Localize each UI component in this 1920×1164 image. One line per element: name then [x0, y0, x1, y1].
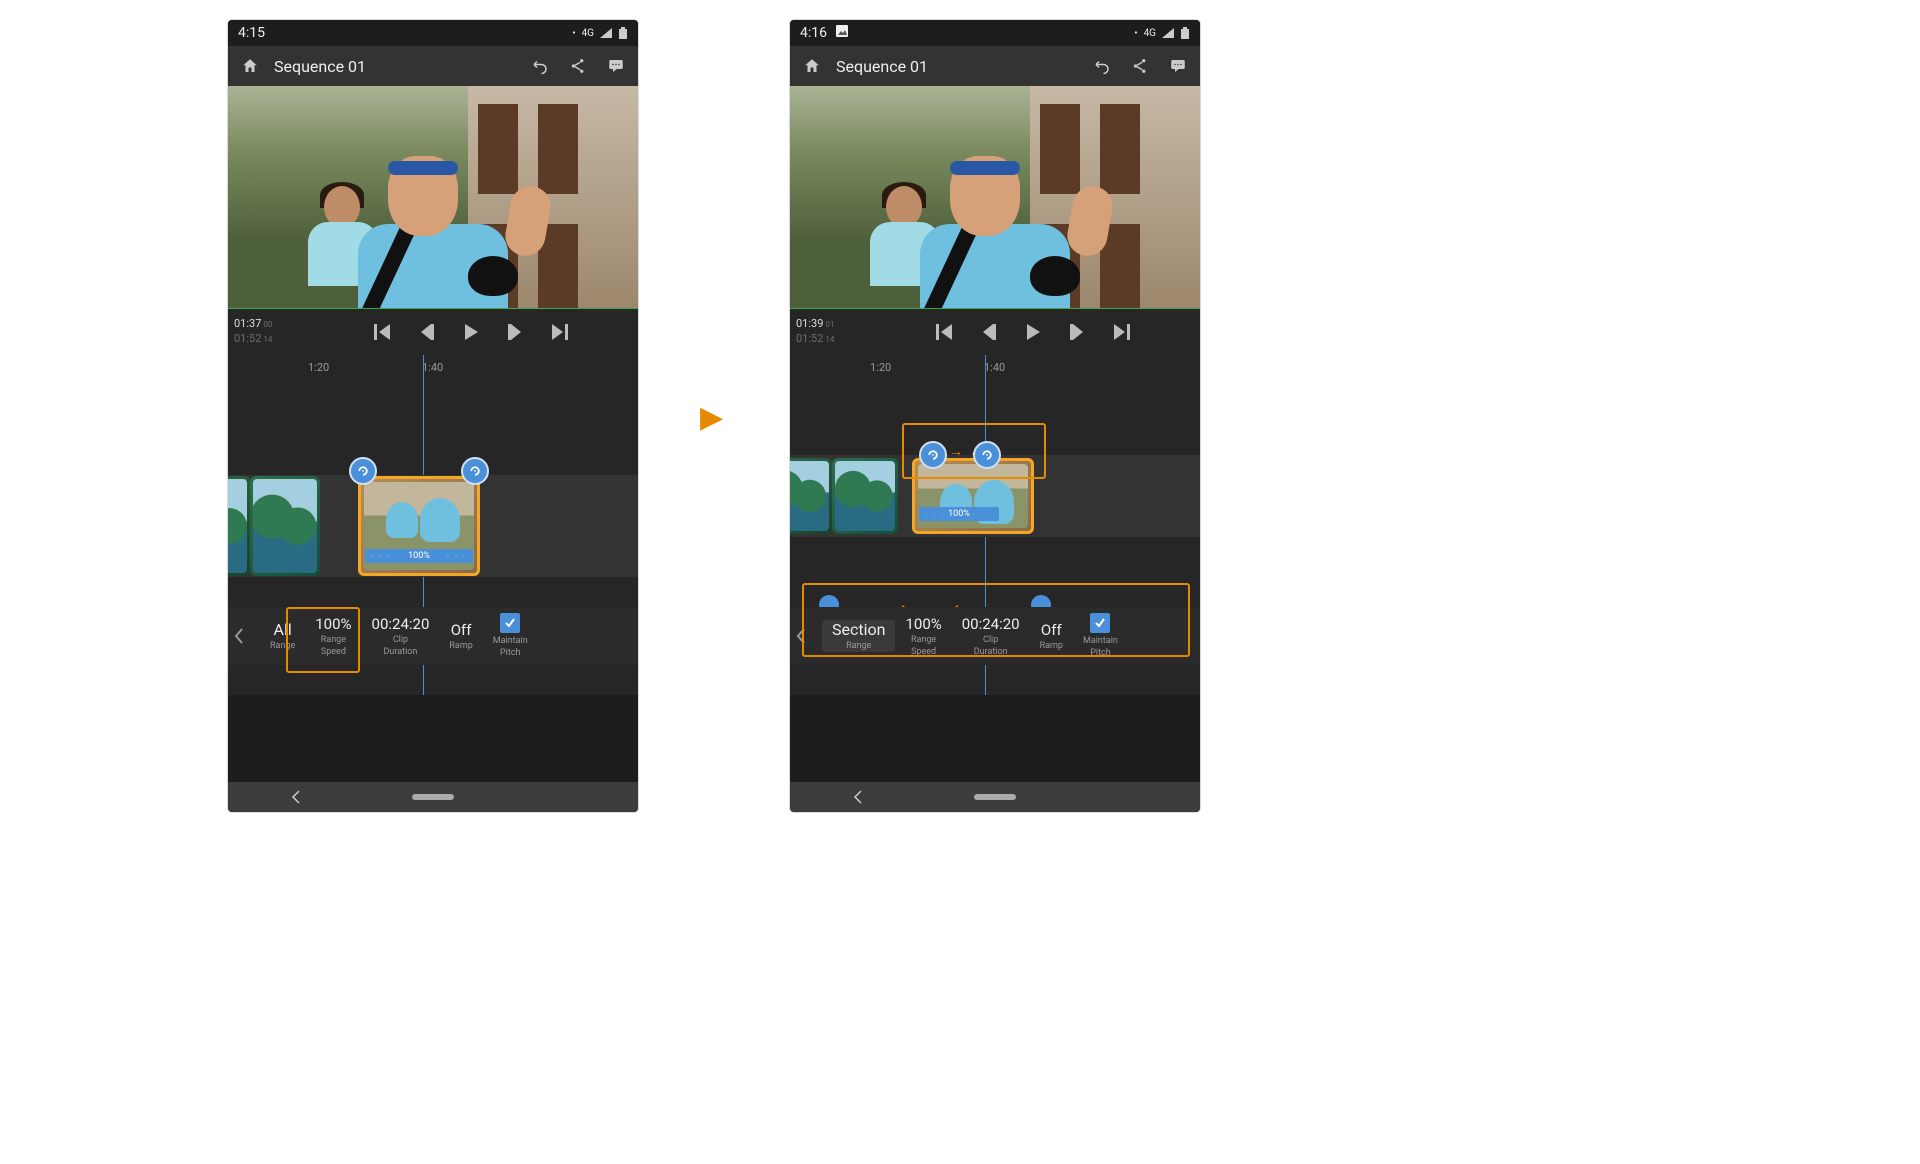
status-dot: •	[572, 28, 575, 39]
signal-icon	[1162, 28, 1174, 38]
status-time: 4:16	[800, 25, 827, 41]
maintain-pitch-option[interactable]: Maintain Pitch	[1073, 613, 1128, 659]
video-preview[interactable]	[228, 86, 638, 308]
play-icon[interactable]	[1022, 321, 1044, 343]
clip-selected[interactable]: 100% → ←	[912, 458, 1034, 534]
speed-strip: 100%	[365, 549, 473, 563]
comment-icon[interactable]	[602, 52, 630, 80]
home-icon[interactable]	[798, 52, 826, 80]
clip-prev[interactable]	[228, 476, 250, 576]
range-speed-option[interactable]: 100% Range Speed	[895, 614, 951, 658]
arrow-right-icon: →	[949, 443, 963, 460]
speed-controls: All Range 100% Range Speed 00:24:20 Clip…	[228, 607, 638, 665]
ramp-option[interactable]: Off Ramp	[439, 620, 482, 652]
timeline-ruler: 1:20 1:40	[790, 361, 1200, 381]
step-back-icon[interactable]	[416, 321, 438, 343]
share-icon[interactable]	[1126, 52, 1154, 80]
range-handle-left[interactable]	[919, 441, 947, 469]
video-preview[interactable]	[790, 86, 1200, 308]
android-navbar	[228, 782, 638, 812]
range-option[interactable]: All Range	[260, 620, 305, 652]
status-dot: •	[1134, 28, 1137, 39]
app-topbar: Sequence 01	[228, 46, 638, 86]
clip-duration-option[interactable]: 00:24:20 Clip Duration	[952, 614, 1030, 658]
skip-fwd-icon[interactable]	[548, 321, 570, 343]
status-network: 4G	[1144, 28, 1156, 39]
home-icon[interactable]	[236, 52, 264, 80]
nav-back-icon[interactable]	[852, 790, 864, 804]
undo-icon[interactable]	[1088, 52, 1116, 80]
range-handle-right[interactable]	[973, 441, 1001, 469]
clip-prev-2[interactable]	[250, 476, 320, 576]
transport-row: 01:3901 01:5214	[790, 308, 1200, 355]
battery-icon	[1180, 27, 1190, 39]
nav-back-icon[interactable]	[290, 790, 302, 804]
maintain-pitch-checkbox[interactable]	[1090, 613, 1110, 633]
controls-back-icon[interactable]	[234, 628, 260, 644]
nav-home-pill[interactable]	[412, 794, 454, 800]
status-bar: 4:16 • 4G	[790, 20, 1200, 46]
nav-home-pill[interactable]	[974, 794, 1016, 800]
clip-duration-option[interactable]: 00:24:20 Clip Duration	[362, 614, 440, 658]
play-icon[interactable]	[460, 321, 482, 343]
clip-prev-2[interactable]	[832, 458, 898, 534]
range-option[interactable]: Section Range	[822, 620, 895, 652]
clip-prev[interactable]	[790, 458, 832, 534]
timeline-area[interactable]: 1:20 1:40 100%	[228, 355, 638, 695]
skip-back-icon[interactable]	[934, 321, 956, 343]
transition-arrow: ▶	[700, 400, 723, 435]
timecodes: 01:3700 01:5214	[228, 317, 304, 347]
timecodes: 01:3901 01:5214	[790, 317, 866, 347]
phone-after: 4:16 • 4G Sequence 01	[790, 20, 1200, 812]
sequence-title: Sequence 01	[836, 57, 1078, 76]
range-speed-option[interactable]: 100% Range Speed	[305, 614, 361, 658]
timeline-ruler: 1:20 1:40	[228, 361, 638, 381]
skip-back-icon[interactable]	[372, 321, 394, 343]
share-icon[interactable]	[564, 52, 592, 80]
maintain-pitch-option[interactable]: Maintain Pitch	[483, 613, 538, 659]
range-handle-left[interactable]	[349, 457, 377, 485]
skip-fwd-icon[interactable]	[1110, 321, 1132, 343]
undo-icon[interactable]	[526, 52, 554, 80]
timeline-area[interactable]: 1:20 1:40 100% → ←	[790, 355, 1200, 695]
status-bar: 4:15 • 4G	[228, 20, 638, 46]
comment-icon[interactable]	[1164, 52, 1192, 80]
app-topbar: Sequence 01	[790, 46, 1200, 86]
battery-icon	[618, 27, 628, 39]
speed-controls: Section Range 100% Range Speed 00:24:20 …	[790, 607, 1200, 665]
controls-back-icon[interactable]	[796, 628, 822, 644]
signal-icon	[600, 28, 612, 38]
speed-strip: 100%	[919, 507, 999, 521]
ramp-option[interactable]: Off Ramp	[1030, 620, 1073, 652]
step-fwd-icon[interactable]	[504, 321, 526, 343]
range-handle-right[interactable]	[461, 457, 489, 485]
sequence-title: Sequence 01	[274, 57, 516, 76]
step-back-icon[interactable]	[978, 321, 1000, 343]
android-navbar	[790, 782, 1200, 812]
status-time: 4:15	[238, 25, 265, 41]
clip-selected[interactable]: 100%	[358, 476, 480, 576]
status-network: 4G	[582, 28, 594, 39]
phone-before: 4:15 • 4G Sequence 01	[228, 20, 638, 812]
clip-track[interactable]: 100%	[228, 475, 638, 577]
step-fwd-icon[interactable]	[1066, 321, 1088, 343]
screenshot-icon	[836, 25, 848, 37]
transport-row: 01:3700 01:5214	[228, 308, 638, 355]
maintain-pitch-checkbox[interactable]	[500, 613, 520, 633]
clip-track[interactable]: 100% → ←	[790, 455, 1200, 537]
